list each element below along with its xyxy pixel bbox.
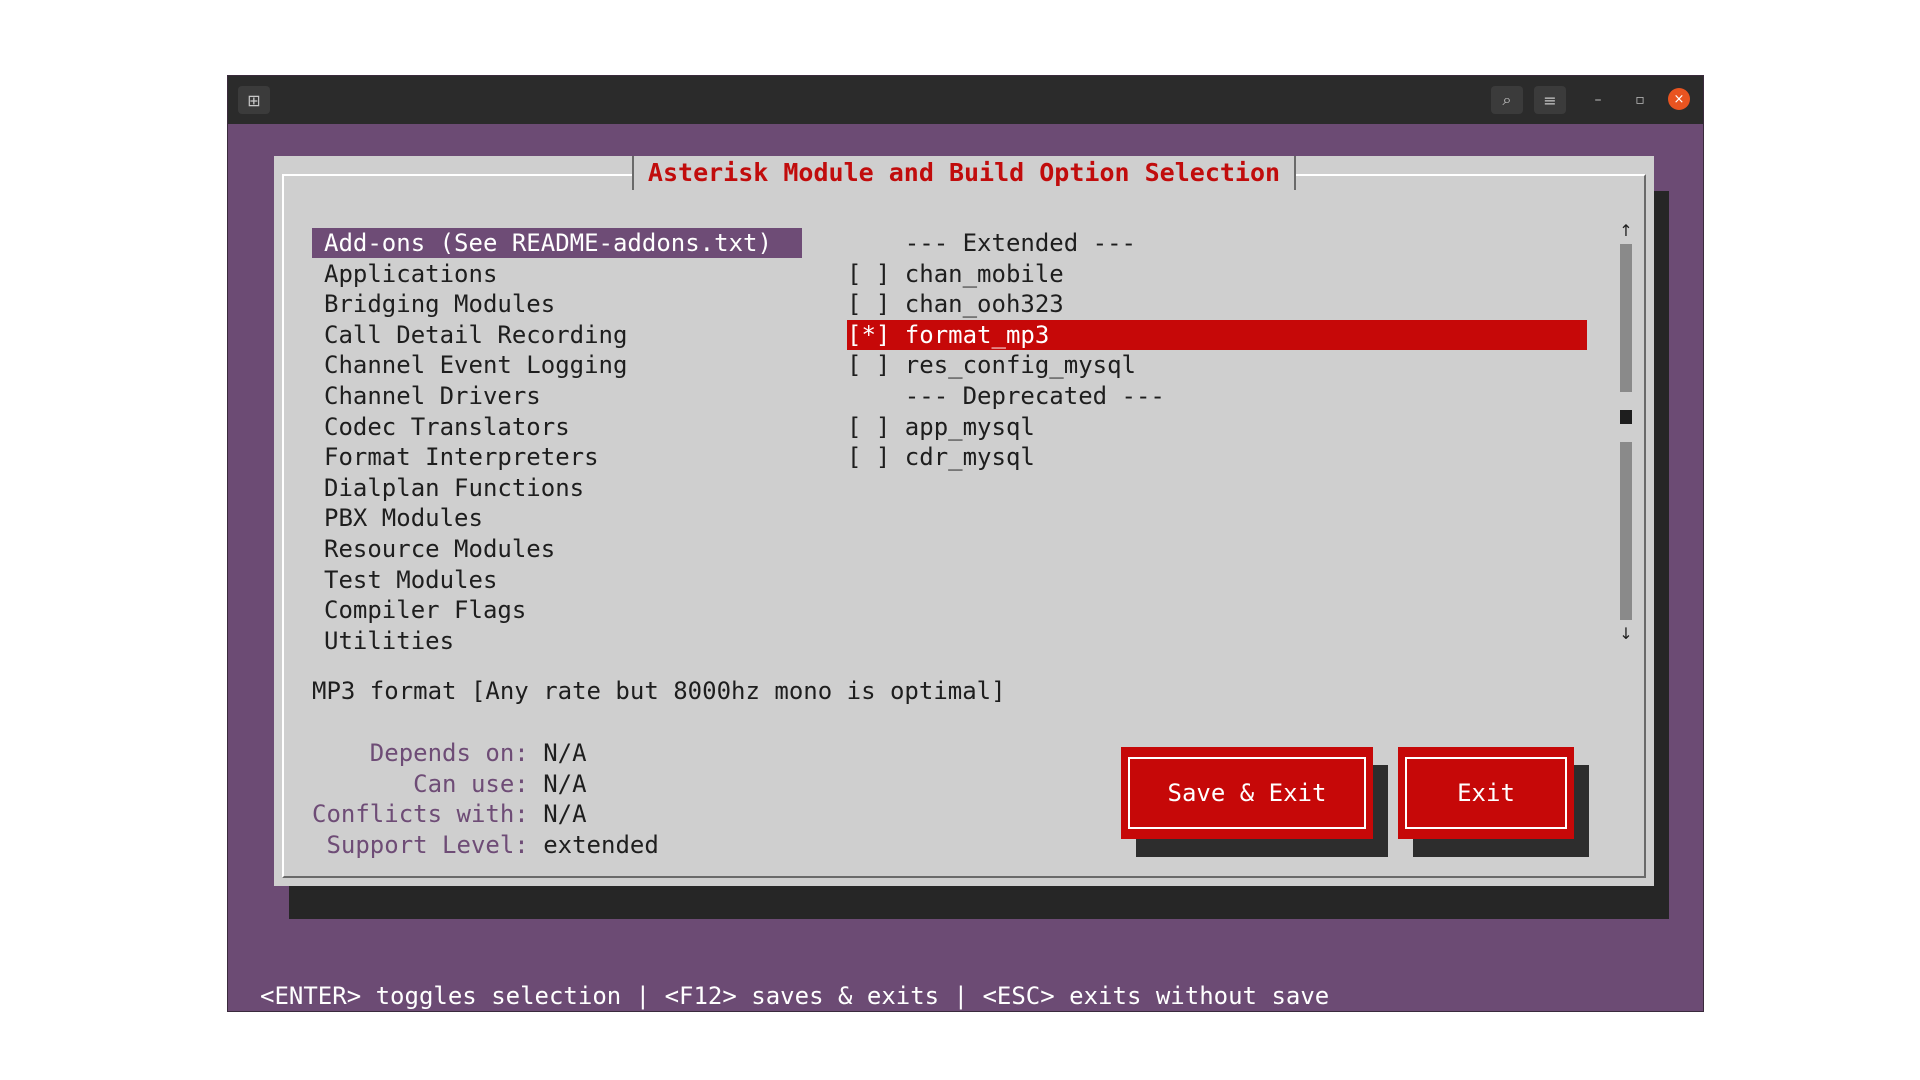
category-label: Codec Translators bbox=[324, 412, 570, 441]
option-item[interactable]: [ ] app_mysql bbox=[847, 412, 1587, 442]
category-item[interactable]: Test Modules bbox=[312, 565, 802, 595]
category-item[interactable]: Utilities bbox=[312, 626, 802, 656]
option-item[interactable]: [ ] chan_ooh323 bbox=[847, 289, 1587, 319]
info-label: Support Level: bbox=[312, 830, 529, 859]
option-item[interactable]: [ ] cdr_mysql bbox=[847, 442, 1587, 472]
dialog-title: Asterisk Module and Build Option Selecti… bbox=[631, 156, 1297, 190]
category-item[interactable]: Codec Translators bbox=[312, 412, 802, 442]
info-value: N/A bbox=[528, 769, 587, 798]
category-item[interactable]: Compiler Flags bbox=[312, 595, 802, 625]
exit-button[interactable]: Exit bbox=[1398, 747, 1574, 839]
option-item[interactable]: [ ] chan_mobile bbox=[847, 259, 1587, 289]
category-item[interactable]: Dialplan Functions bbox=[312, 473, 802, 503]
exit-label: Exit bbox=[1457, 779, 1515, 807]
minimize-icon[interactable]: – bbox=[1586, 88, 1610, 112]
option-group-header: --- Extended --- bbox=[847, 229, 1136, 257]
category-label: Format Interpreters bbox=[324, 443, 599, 472]
category-label: Resource Modules bbox=[324, 535, 556, 563]
keyboard-hint-bar: <ENTER> toggles selection | <F12> saves … bbox=[260, 982, 1330, 1010]
dialog-title-wrap: Asterisk Module and Build Option Selecti… bbox=[274, 156, 1654, 190]
category-label: Utilities bbox=[324, 626, 455, 655]
category-label: Test Modules bbox=[324, 565, 498, 594]
category-item[interactable]: Call Detail Recording bbox=[312, 320, 802, 350]
category-item[interactable]: Add-ons (See README-addons.txt) bbox=[312, 228, 802, 258]
save-exit-label: Save & Exit bbox=[1167, 779, 1327, 807]
maximize-icon[interactable]: ▫ bbox=[1628, 88, 1652, 112]
category-item[interactable]: PBX Modules bbox=[312, 503, 802, 533]
info-row: Depends on: N/A bbox=[312, 738, 587, 768]
category-label: Dialplan Functions bbox=[324, 473, 585, 502]
category-label: Compiler Flags bbox=[324, 596, 527, 625]
category-label: Channel Event Logging bbox=[324, 351, 628, 380]
category-label: Applications bbox=[324, 259, 498, 288]
info-row: Conflicts with: N/A bbox=[312, 799, 587, 829]
terminal-window: ⊞ ⌕ ≡ – ▫ × Asterisk Module and Build Op… bbox=[227, 75, 1704, 1012]
category-label: PBX Modules bbox=[324, 504, 483, 533]
save-exit-button[interactable]: Save & Exit bbox=[1121, 747, 1373, 839]
menuselect-dialog: Asterisk Module and Build Option Selecti… bbox=[274, 156, 1654, 886]
hamburger-menu-icon[interactable]: ≡ bbox=[1534, 86, 1566, 114]
info-label: Depends on: bbox=[312, 739, 529, 767]
option-group-header: --- Deprecated --- bbox=[847, 382, 1165, 410]
title-bar: ⊞ ⌕ ≡ – ▫ × bbox=[228, 76, 1703, 124]
category-label: Bridging Modules bbox=[324, 290, 556, 319]
info-value: N/A bbox=[528, 739, 587, 767]
info-row: Can use: N/A bbox=[312, 769, 587, 799]
scrollbar-track-lower[interactable] bbox=[1620, 442, 1632, 620]
option-item[interactable]: [*] format_mp3 bbox=[847, 319, 1587, 350]
option-description: MP3 format [Any rate but 8000hz mono is … bbox=[312, 677, 1006, 705]
category-label: Add-ons (See README-addons.txt) bbox=[324, 229, 772, 257]
info-row: Support Level: extended bbox=[312, 830, 659, 860]
info-value: N/A bbox=[528, 800, 587, 829]
scrollbar-thumb[interactable] bbox=[1620, 410, 1632, 424]
info-value: extended bbox=[528, 830, 659, 859]
option-item[interactable]: [ ] res_config_mysql bbox=[847, 350, 1587, 380]
category-item[interactable]: Channel Drivers bbox=[312, 381, 802, 411]
info-label: Can use: bbox=[312, 769, 529, 798]
close-icon[interactable]: × bbox=[1668, 88, 1690, 110]
category-item[interactable]: Resource Modules bbox=[312, 534, 802, 564]
category-label: Call Detail Recording bbox=[324, 320, 628, 349]
search-icon[interactable]: ⌕ bbox=[1491, 86, 1523, 114]
category-item[interactable]: Applications bbox=[312, 259, 802, 289]
scrollbar-track-upper[interactable] bbox=[1620, 244, 1632, 392]
category-item[interactable]: Format Interpreters bbox=[312, 442, 802, 472]
category-item[interactable]: Bridging Modules bbox=[312, 289, 802, 319]
info-label: Conflicts with: bbox=[312, 800, 529, 829]
scroll-down-icon[interactable]: ↓ bbox=[1616, 624, 1636, 644]
category-item[interactable]: Channel Event Logging bbox=[312, 350, 802, 380]
category-label: Channel Drivers bbox=[324, 382, 541, 410]
new-tab-icon[interactable]: ⊞ bbox=[238, 86, 270, 114]
scroll-up-icon[interactable]: ↑ bbox=[1616, 221, 1636, 241]
